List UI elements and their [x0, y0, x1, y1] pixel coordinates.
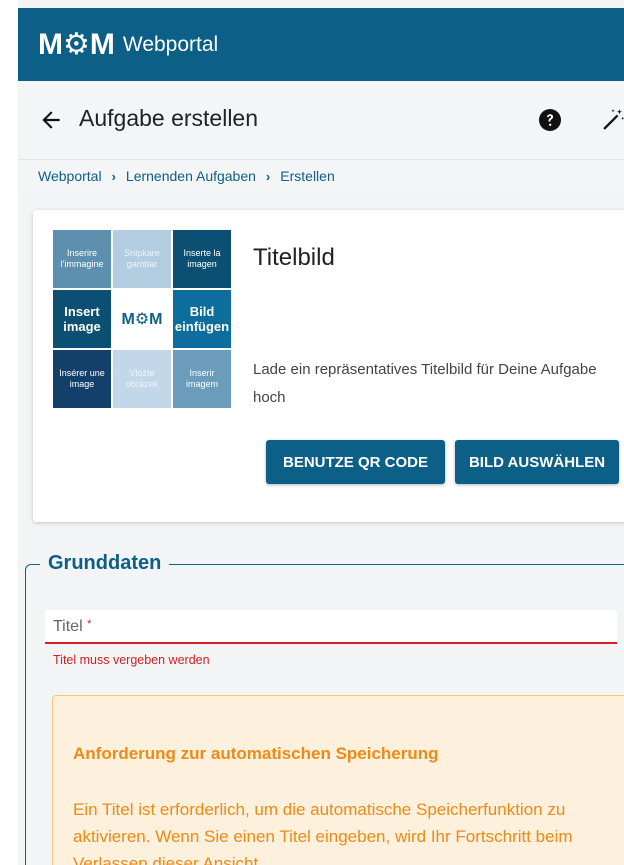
question-circle-icon[interactable] — [538, 108, 562, 132]
page: M⚙M Webportal Aufgabe erstellen Webporta… — [0, 0, 624, 865]
breadcrumb-item-webportal[interactable]: Webportal — [38, 168, 102, 184]
section-legend: Grunddaten — [40, 552, 170, 575]
chevron-right-icon: › — [111, 168, 116, 184]
title-input[interactable]: Titel * — [45, 610, 617, 644]
breadcrumb-item-erstellen: Erstellen — [280, 168, 335, 184]
tile-vlozte: Vložte obrázek — [113, 350, 171, 408]
app-logo[interactable]: M⚙M Webportal — [38, 27, 218, 62]
card-description: Lade ein repräsentatives Titelbild für D… — [253, 361, 597, 406]
tile-inserire: Inserire l'immagine — [53, 230, 111, 288]
tile-insert-image: Insert image — [53, 290, 111, 348]
page-title: Aufgabe erstellen — [79, 105, 259, 131]
tile-inserer: Insérer une image — [53, 350, 111, 408]
tile-logo: M⚙M — [113, 290, 171, 348]
tile-inserte: Inserte la imagen — [173, 230, 231, 288]
title-input-label: Titel — [53, 618, 83, 635]
chevron-right-icon: › — [265, 168, 271, 184]
use-qr-code-button[interactable]: BENUTZE QR CODE — [266, 440, 445, 484]
app-topbar: M⚙M Webportal — [18, 8, 624, 81]
select-image-button[interactable]: BILD AUSWÄHLEN — [455, 440, 619, 484]
page-header: Aufgabe erstellen — [18, 81, 624, 160]
logo-text: Webportal — [122, 32, 219, 56]
tile-inserir: Inserir imagem — [173, 350, 231, 408]
magic-wand-icon[interactable] — [600, 107, 624, 133]
title-image-card: Inserire l'immagine Snipkare gambar Inse… — [33, 210, 624, 522]
autosave-notice: Anforderung zur automatischen Speicherun… — [52, 695, 624, 865]
grunddaten-section: Grunddaten Titel * Titel muss vergeben w… — [25, 552, 624, 865]
breadcrumb: Webportal › Lernenden Aufgaben › Erstell… — [18, 160, 624, 192]
tile-bild-einfuegen: Bild einfügen — [173, 290, 231, 348]
card-title: Titelbild — [253, 244, 335, 271]
tile-snipkare: Snipkare gambar — [113, 230, 171, 288]
breadcrumb-item-lernenden-aufgaben[interactable]: Lernenden Aufgaben — [126, 168, 256, 184]
autosave-notice-title: Anforderung zur automatischen Speicherun… — [73, 744, 439, 763]
required-marker: * — [87, 618, 92, 630]
title-error-message: Titel muss vergeben werden — [53, 653, 210, 667]
title-image-placeholder[interactable]: Inserire l'immagine Snipkare gambar Inse… — [53, 230, 231, 408]
autosave-notice-body: Ein Titel ist erforderlich, um die autom… — [73, 800, 573, 865]
arrow-left-icon[interactable] — [38, 107, 64, 133]
logo-mark: M⚙M — [38, 28, 115, 61]
left-margin — [0, 0, 18, 865]
